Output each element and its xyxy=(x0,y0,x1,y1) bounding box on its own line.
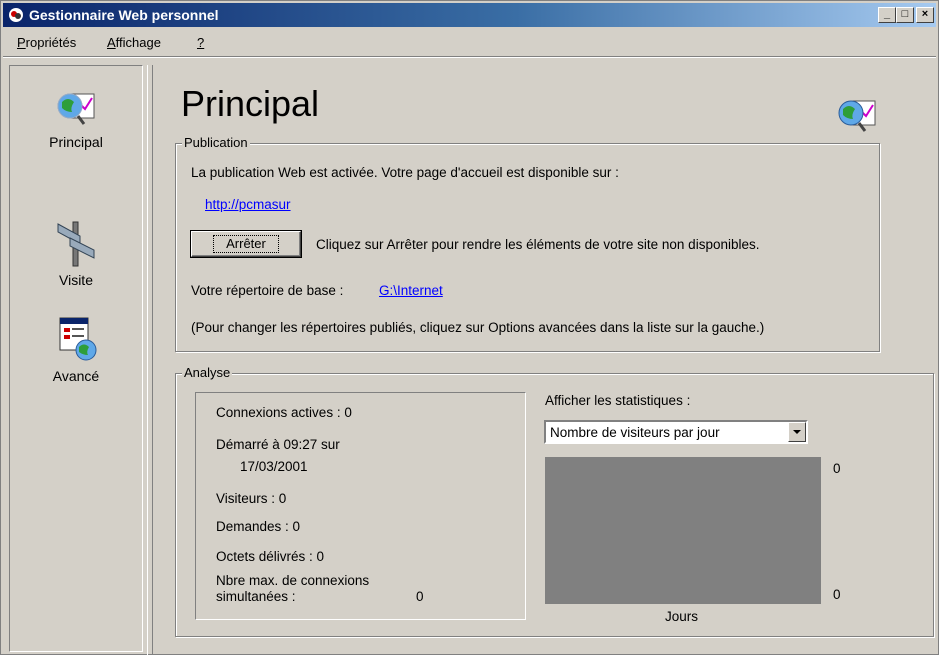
graph-top-value: 0 xyxy=(833,461,841,476)
main-panel: Principal Publication La publication Web… xyxy=(153,65,934,655)
menu-label: ropriétés xyxy=(25,35,77,50)
sidebar-item-avance[interactable]: Avancé xyxy=(10,314,142,384)
advanced-options-icon xyxy=(59,317,97,361)
maximize-button[interactable]: □ xyxy=(896,7,914,23)
graph-bottom-value: 0 xyxy=(833,587,841,602)
window-title: Gestionnaire Web personnel xyxy=(29,7,219,23)
active-connections: Connexions actives : 0 xyxy=(216,405,352,420)
main-window: Gestionnaire Web personnel _ □ × Proprié… xyxy=(0,0,939,655)
sidebar-item-label: Principal xyxy=(49,134,103,150)
page-title: Principal xyxy=(181,83,320,124)
sidebar: Principal Visite Avancé xyxy=(9,65,143,652)
menu-label: ffichage xyxy=(115,35,161,50)
stats-select[interactable]: Nombre de visiteurs par jour xyxy=(544,420,808,444)
stats-panel: Connexions actives : 0 Démarré à 09:27 s… xyxy=(195,392,526,620)
home-page-icon xyxy=(57,93,95,125)
max-connections-value: 0 xyxy=(416,589,424,604)
signpost-icon xyxy=(57,221,95,267)
stats-label: Afficher les statistiques : xyxy=(545,393,691,408)
title-bar[interactable]: Gestionnaire Web personnel _ □ × xyxy=(3,3,936,27)
home-dir-link[interactable]: G:\Internet xyxy=(379,283,443,298)
menu-accel: A xyxy=(107,35,116,50)
stats-select-value: Nombre de visiteurs par jour xyxy=(550,425,720,440)
stop-button-label: Arrêter xyxy=(213,235,279,253)
minimize-icon: _ xyxy=(883,8,891,20)
started-line1: Démarré à 09:27 sur xyxy=(216,437,340,452)
max-connections-line2: simultanées : xyxy=(216,589,296,604)
menu-accel: ? xyxy=(197,35,205,50)
requests-count: Demandes : 0 xyxy=(216,519,301,534)
maximize-icon: □ xyxy=(901,8,909,20)
menu-affichage[interactable]: Affichage xyxy=(107,35,161,50)
stop-button[interactable]: Arrêter xyxy=(191,231,301,257)
started-date: 17/03/2001 xyxy=(240,459,308,474)
stop-hint: Cliquez sur Arrêter pour rendre les élém… xyxy=(316,237,760,252)
menu-separator xyxy=(3,56,936,58)
menu-help[interactable]: ? xyxy=(197,35,204,50)
home-page-link[interactable]: http://pcmasur xyxy=(205,197,291,212)
app-icon xyxy=(9,8,23,22)
sidebar-item-label: Avancé xyxy=(52,368,100,384)
minimize-button[interactable]: _ xyxy=(878,7,896,23)
publication-note: (Pour changer les répertoires publiés, c… xyxy=(191,320,765,335)
close-icon: × xyxy=(921,8,929,20)
stats-graph xyxy=(545,457,821,604)
sidebar-item-label: Visite xyxy=(59,272,93,288)
analysis-legend: Analyse xyxy=(182,365,233,380)
visitors-count: Visiteurs : 0 xyxy=(216,491,287,506)
home-page-icon xyxy=(838,100,876,132)
home-dir-label: Votre répertoire de base : xyxy=(191,283,344,298)
chevron-down-icon[interactable] xyxy=(788,422,806,442)
max-connections-line1: Nbre max. de connexions xyxy=(216,573,370,588)
sidebar-item-visite[interactable]: Visite xyxy=(10,216,142,288)
bytes-delivered: Octets délivrés : 0 xyxy=(216,549,325,564)
publication-status: La publication Web est activée. Votre pa… xyxy=(191,165,619,180)
graph-x-label: Jours xyxy=(665,609,699,624)
sidebar-item-principal[interactable]: Principal xyxy=(10,84,142,150)
publication-legend: Publication xyxy=(182,135,250,150)
menu-proprietes[interactable]: Propriétés xyxy=(17,35,76,50)
close-button[interactable]: × xyxy=(916,7,934,23)
menu-accel: P xyxy=(17,35,26,50)
